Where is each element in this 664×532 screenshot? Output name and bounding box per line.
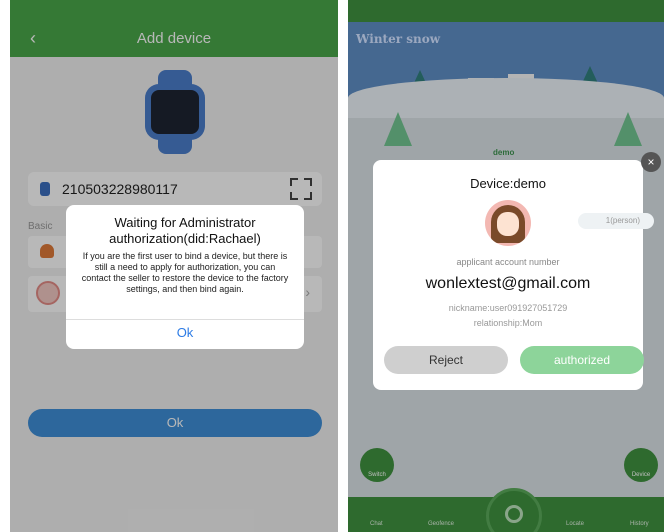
divider [66, 319, 304, 320]
applicant-nickname: nickname:user091927051729 [448, 303, 568, 313]
screenshot-root: ‹ Add device 210503228980117 Basic › Ok [0, 0, 664, 532]
authorization-dialog: Waiting for Administrator authorization(… [66, 205, 304, 349]
applicant-relationship: relationship:Mom [473, 318, 543, 328]
dialog-title: Device:demo [470, 176, 546, 191]
dialog-ok-button[interactable]: Ok [66, 325, 304, 340]
close-icon[interactable]: × [641, 152, 661, 172]
applicant-label: applicant account number [456, 257, 560, 267]
dialog-title: Waiting for Administrator authorization(… [109, 215, 261, 246]
applicant-email: wonlextest@gmail.com [425, 275, 591, 292]
home-screen: Winter snow demo Switch Device Chat Geof… [348, 0, 664, 532]
avatar [485, 200, 531, 246]
dialog-message: If you are the first user to bind a devi… [81, 251, 289, 294]
authorize-dialog: Device:demo 1(person) applicant account … [373, 160, 654, 390]
member-count-badge: 1(person) [578, 213, 654, 229]
add-device-screen: ‹ Add device 210503228980117 Basic › Ok [10, 0, 338, 532]
authorize-button[interactable]: authorized [520, 346, 644, 374]
reject-button[interactable]: Reject [384, 346, 508, 374]
